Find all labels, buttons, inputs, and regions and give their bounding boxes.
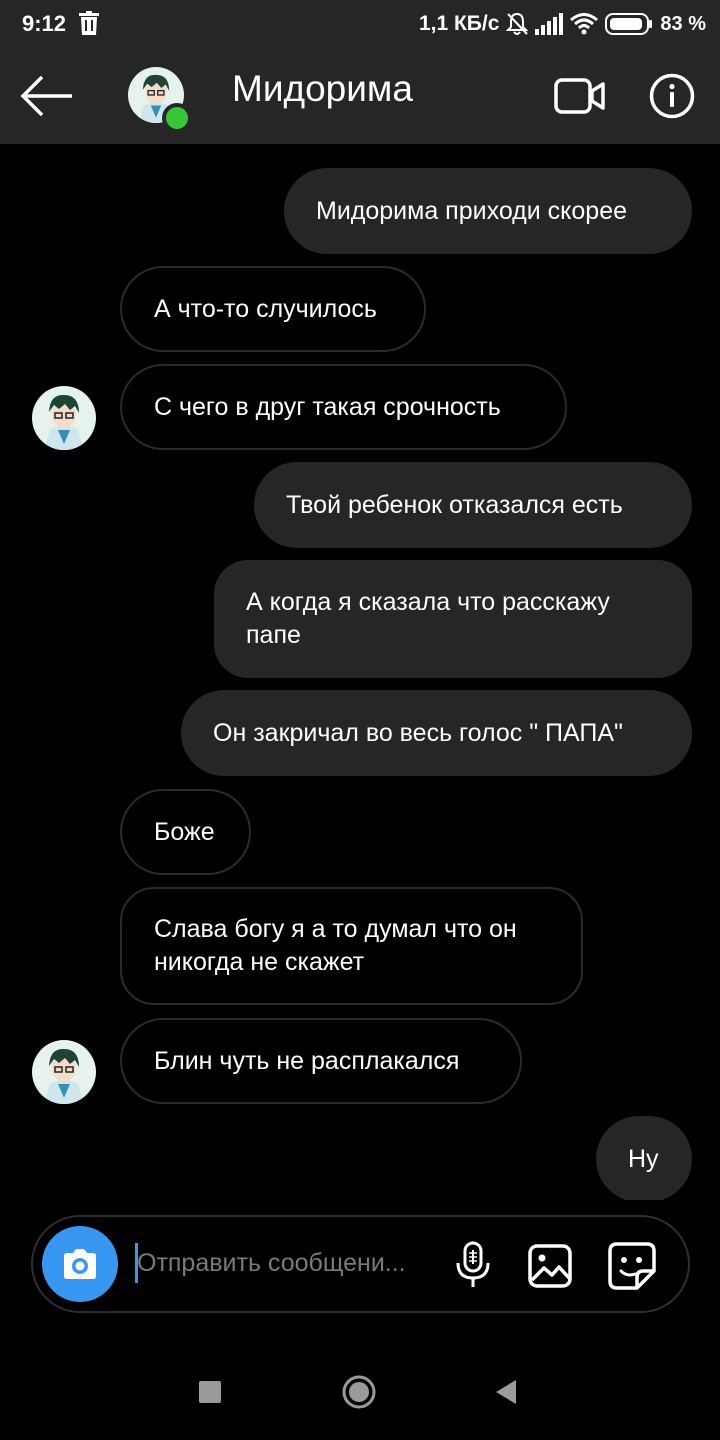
message-text: Он закричал во весь голос " ПАПА": [213, 718, 623, 747]
gallery-icon[interactable]: [527, 1243, 573, 1289]
system-nav-bar: [0, 1344, 720, 1440]
home-icon[interactable]: [342, 1375, 376, 1409]
message-bubble[interactable]: А когда я сказала что расскажу папе: [214, 560, 692, 678]
message-bubble[interactable]: Он закричал во весь голос " ПАПА": [181, 690, 692, 776]
contact-name[interactable]: Мидорима: [232, 68, 413, 110]
avatar-image: [32, 386, 96, 450]
camera-icon: [64, 1249, 96, 1279]
message-text: С чего в друг такая срочность: [154, 392, 501, 421]
message-bubble[interactable]: Слава богу я а то думал что он никогда н…: [120, 887, 583, 1005]
trash-icon: [79, 11, 99, 35]
message-bubble[interactable]: А что-то случилось: [120, 266, 426, 352]
status-right: 1,1 КБ/с 83 %: [419, 11, 706, 37]
message-input[interactable]: [137, 1241, 437, 1285]
message-list[interactable]: Мидорима приходи скорее А что-то случило…: [0, 144, 720, 1200]
chat-header: Мидорима: [0, 48, 720, 144]
microphone-icon[interactable]: [453, 1241, 493, 1289]
message-bubble[interactable]: Мидорима приходи скорее: [284, 168, 692, 254]
message-text: А что-то случилось: [154, 294, 377, 323]
network-speed: 1,1 КБ/с: [418, 12, 500, 35]
avatar-image: [32, 1040, 96, 1104]
message-bubble[interactable]: С чего в друг такая срочность: [120, 364, 567, 450]
message-text: Ну: [628, 1144, 659, 1173]
avatar[interactable]: [32, 386, 96, 450]
back-arrow-icon[interactable]: [20, 74, 74, 118]
message-line: папе: [246, 621, 301, 649]
message-bubble[interactable]: Твой ребенок отказался есть: [254, 462, 692, 548]
message-line: А когда я сказала что расскажу: [246, 588, 610, 616]
message-text: Слава богу я а то думал что он никогда н…: [154, 913, 517, 979]
signal-icon: [535, 13, 564, 35]
status-bar: 9:12 1,1 КБ/с 83 %: [0, 0, 720, 48]
message-text: А когда я сказала что расскажу папе: [246, 586, 610, 652]
message-bubble[interactable]: Боже: [120, 789, 251, 875]
recents-icon[interactable]: [199, 1381, 221, 1403]
video-call-icon[interactable]: [554, 76, 606, 116]
message-composer: [31, 1215, 690, 1313]
online-indicator: [162, 103, 192, 133]
info-icon[interactable]: [649, 73, 695, 119]
avatar[interactable]: [32, 1040, 96, 1104]
camera-button[interactable]: [42, 1226, 118, 1302]
message-text: Твой ребенок отказался есть: [286, 490, 623, 519]
status-time: 9:12: [22, 11, 67, 36]
message-text: Боже: [154, 817, 215, 846]
message-line: Слава богу я а то думал что он: [154, 915, 517, 943]
message-text: Мидорима приходи скорее: [316, 196, 627, 225]
battery-icon: [605, 13, 653, 35]
message-bubble[interactable]: Ну: [596, 1116, 692, 1200]
message-text: Блин чуть не расплакался: [154, 1046, 460, 1075]
wifi-icon: [570, 13, 599, 35]
mute-bell-icon: [506, 12, 529, 35]
sticker-icon[interactable]: [607, 1241, 657, 1291]
battery-percent: 83 %: [660, 12, 706, 35]
message-bubble[interactable]: Блин чуть не расплакался: [120, 1018, 522, 1104]
message-line: никогда не скажет: [154, 948, 365, 976]
nav-back-icon[interactable]: [494, 1378, 518, 1406]
